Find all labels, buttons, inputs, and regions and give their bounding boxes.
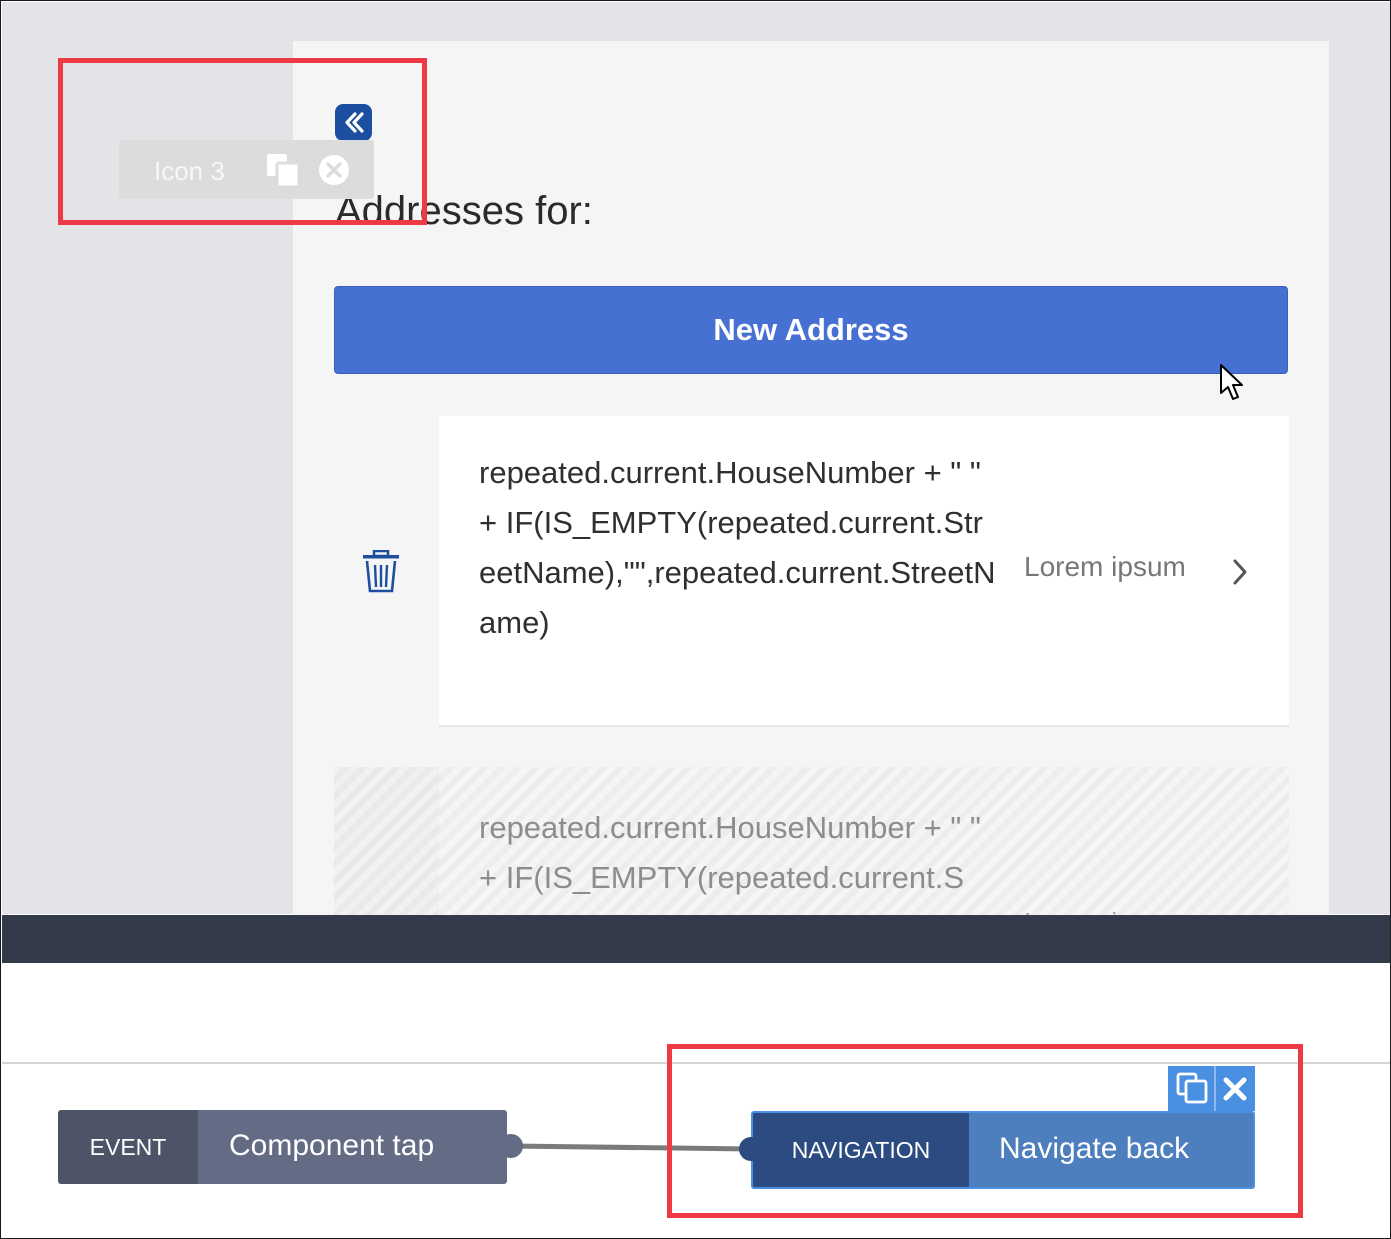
event-node-label: Component tap: [198, 1110, 507, 1184]
list-item[interactable]: repeated.current.HouseNumber + " " + IF(…: [439, 416, 1289, 727]
mouse-cursor-icon: [1220, 364, 1243, 400]
trash-icon[interactable]: [361, 550, 401, 594]
list-item-meta: Lorem ipsum: [1024, 907, 1186, 915]
list-item-disabled-gutter: [334, 767, 439, 915]
address-expression: repeated.current.HouseNumber + " " + IF(…: [479, 455, 996, 640]
list-item-disabled: repeated.current.HouseNumber + " " + IF(…: [439, 767, 1289, 915]
chevron-right-icon: [1233, 559, 1247, 585]
event-output-port[interactable]: [499, 1134, 523, 1158]
list-item-meta: Lorem ipsum: [1024, 551, 1186, 582]
app-frame: Addresses for: Icon 3 New Address repeat…: [0, 0, 1391, 1239]
highlight-box-component: [58, 58, 427, 225]
event-node[interactable]: EVENT Component tap: [58, 1110, 507, 1184]
highlight-box-navigation: [667, 1044, 1303, 1218]
address-expression: repeated.current.HouseNumber + " " + IF(…: [479, 810, 981, 895]
event-node-tag: EVENT: [58, 1110, 198, 1184]
new-address-button[interactable]: New Address: [334, 286, 1288, 374]
panel-divider-bar[interactable]: [2, 915, 1390, 963]
